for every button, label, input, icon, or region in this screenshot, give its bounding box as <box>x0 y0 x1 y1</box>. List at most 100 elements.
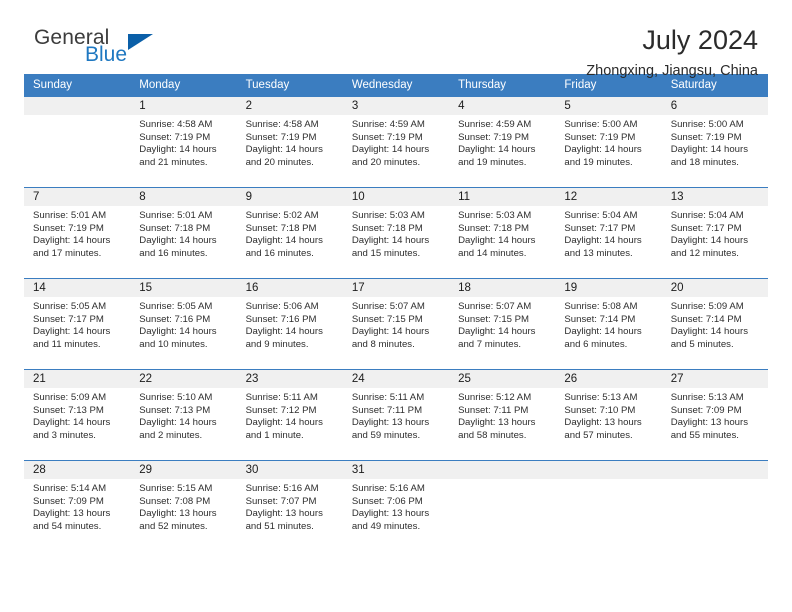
day-cell-content: 11 Sunrise: 5:03 AM Sunset: 7:18 PM Dayligh… <box>449 188 556 278</box>
calendar-day-cell[interactable]: 23 Sunrise: 5:11 AM Sunset: 7:12 PM Dayligh… <box>236 369 343 461</box>
day-cell-content: 14 Sunrise: 5:05 AM Sunset: 7:17 PM Dayligh… <box>24 279 131 369</box>
daylight-duration-line1: Daylight: 14 hours <box>139 144 217 156</box>
calendar-day-cell[interactable] <box>449 460 556 551</box>
sunrise-time: Sunrise: 5:11 AM <box>351 392 425 403</box>
day-cell-content: 5 Sunrise: 5:00 AM Sunset: 7:19 PM Daylight… <box>555 97 662 187</box>
sunset-time: Sunset: 7:18 PM <box>245 222 317 234</box>
day-number: 31 <box>342 461 450 479</box>
sunrise-time: Sunrise: 5:10 AM <box>139 392 213 403</box>
calendar-day-cell[interactable]: 15 Sunrise: 5:05 AM Sunset: 7:16 PM Dayligh… <box>130 278 237 370</box>
calendar-day-cell[interactable]: 12 Sunrise: 5:04 AM Sunset: 7:17 PM Dayligh… <box>555 187 662 279</box>
calendar-day-cell[interactable]: 5 Sunrise: 5:00 AM Sunset: 7:19 PM Daylight… <box>555 96 662 188</box>
sunrise-time: Sunrise: 5:11 AM <box>245 392 318 403</box>
calendar-day-cell[interactable]: 28 Sunrise: 5:14 AM Sunset: 7:09 PM Dayligh… <box>24 460 131 551</box>
sunset-time: Sunset: 7:19 PM <box>458 131 530 143</box>
day-sun-info: Sunrise: 5:16 AM Sunset: 7:06 PM Daylight:… <box>343 479 449 533</box>
calendar-day-cell[interactable] <box>661 460 768 551</box>
day-cell-content: 26 Sunrise: 5:13 AM Sunset: 7:10 PM Dayligh… <box>555 370 662 460</box>
calendar-day-cell[interactable] <box>555 460 662 551</box>
calendar-day-cell[interactable]: 26 Sunrise: 5:13 AM Sunset: 7:10 PM Dayligh… <box>555 369 662 461</box>
day-sun-info: Sunrise: 5:10 AM Sunset: 7:13 PM Daylight:… <box>130 388 236 442</box>
daylight-duration-line1: Daylight: 14 hours <box>245 235 323 247</box>
calendar-week-row: 28 Sunrise: 5:14 AM Sunset: 7:09 PM Dayligh… <box>24 460 768 551</box>
day-number: 6 <box>661 97 768 115</box>
daylight-duration-line1: Daylight: 14 hours <box>670 235 749 247</box>
calendar-day-cell[interactable]: 22 Sunrise: 5:10 AM Sunset: 7:13 PM Dayligh… <box>130 369 237 461</box>
calendar-day-cell[interactable]: 20 Sunrise: 5:09 AM Sunset: 7:14 PM Dayligh… <box>661 278 768 370</box>
sunrise-time: Sunrise: 4:58 AM <box>139 119 213 130</box>
day-sun-info: Sunrise: 5:08 AM Sunset: 7:14 PM Daylight:… <box>555 297 661 351</box>
calendar-day-cell[interactable]: 9 Sunrise: 5:02 AM Sunset: 7:18 PM Daylight… <box>236 187 343 279</box>
calendar-day-cell[interactable]: 11 Sunrise: 5:03 AM Sunset: 7:18 PM Dayligh… <box>449 187 556 279</box>
daylight-duration-line2: and 7 minutes. <box>458 338 522 350</box>
sunrise-time: Sunrise: 5:03 AM <box>351 210 425 221</box>
sunrise-time: Sunrise: 5:05 AM <box>33 301 107 312</box>
sunrise-time: Sunrise: 5:00 AM <box>564 119 638 130</box>
calendar-week-row: 21 Sunrise: 5:09 AM Sunset: 7:13 PM Dayligh… <box>24 369 768 461</box>
day-number <box>661 461 768 479</box>
daylight-duration-line2: and 15 minutes. <box>351 247 421 259</box>
calendar-day-cell[interactable]: 17 Sunrise: 5:07 AM Sunset: 7:15 PM Dayligh… <box>342 278 450 370</box>
calendar-page: General Blue July 2024 Zhongxing, Jiangs… <box>0 0 792 612</box>
calendar-day-cell[interactable]: 18 Sunrise: 5:07 AM Sunset: 7:15 PM Dayligh… <box>449 278 556 370</box>
daylight-duration-line1: Daylight: 13 hours <box>139 508 217 520</box>
calendar-day-cell[interactable]: 2 Sunrise: 4:58 AM Sunset: 7:19 PM Daylight… <box>236 96 343 188</box>
calendar-day-cell[interactable]: 27 Sunrise: 5:13 AM Sunset: 7:09 PM Dayligh… <box>661 369 768 461</box>
daylight-duration-line2: and 1 minute. <box>245 429 304 441</box>
triangle-logo-icon <box>128 34 153 50</box>
sunset-time: Sunset: 7:18 PM <box>351 222 423 234</box>
day-cell-content: 6 Sunrise: 5:00 AM Sunset: 7:19 PM Daylight… <box>661 97 768 187</box>
day-sun-info: Sunrise: 4:59 AM Sunset: 7:19 PM Daylight:… <box>449 115 555 169</box>
sunrise-time: Sunrise: 5:14 AM <box>33 483 107 494</box>
day-number: 8 <box>130 188 237 206</box>
calendar-day-cell[interactable]: 14 Sunrise: 5:05 AM Sunset: 7:17 PM Dayligh… <box>24 278 131 370</box>
sunrise-time: Sunrise: 5:00 AM <box>670 119 744 130</box>
daylight-duration-line2: and 16 minutes. <box>245 247 314 259</box>
calendar-day-cell[interactable]: 10 Sunrise: 5:03 AM Sunset: 7:18 PM Dayligh… <box>342 187 450 279</box>
sunrise-time: Sunrise: 5:04 AM <box>670 210 744 221</box>
day-sun-info: Sunrise: 5:04 AM Sunset: 7:17 PM Daylight:… <box>662 206 768 260</box>
calendar-day-cell[interactable]: 24 Sunrise: 5:11 AM Sunset: 7:11 PM Dayligh… <box>342 369 450 461</box>
day-sun-info: Sunrise: 4:58 AM Sunset: 7:19 PM Daylight:… <box>130 115 236 169</box>
daylight-duration-line2: and 13 minutes. <box>564 247 633 259</box>
weekday-header-wednesday: Wednesday <box>342 74 450 97</box>
day-cell-content <box>555 461 662 551</box>
calendar-day-cell[interactable]: 30 Sunrise: 5:16 AM Sunset: 7:07 PM Dayligh… <box>236 460 343 551</box>
calendar-day-cell[interactable]: 13 Sunrise: 5:04 AM Sunset: 7:17 PM Dayligh… <box>661 187 768 279</box>
calendar-day-cell[interactable]: 29 Sunrise: 5:15 AM Sunset: 7:08 PM Dayligh… <box>130 460 237 551</box>
calendar-day-cell[interactable]: 19 Sunrise: 5:08 AM Sunset: 7:14 PM Dayligh… <box>555 278 662 370</box>
sunset-time: Sunset: 7:19 PM <box>351 131 423 143</box>
day-sun-info: Sunrise: 5:01 AM Sunset: 7:18 PM Daylight:… <box>130 206 236 260</box>
day-cell-content: 20 Sunrise: 5:09 AM Sunset: 7:14 PM Dayligh… <box>661 279 768 369</box>
sunset-time: Sunset: 7:13 PM <box>33 404 104 416</box>
day-cell-content: 17 Sunrise: 5:07 AM Sunset: 7:15 PM Dayligh… <box>342 279 450 369</box>
day-number: 27 <box>661 370 768 388</box>
sunset-time: Sunset: 7:14 PM <box>564 313 636 325</box>
daylight-duration-line2: and 58 minutes. <box>458 429 527 441</box>
calendar-day-cell[interactable]: 6 Sunrise: 5:00 AM Sunset: 7:19 PM Daylight… <box>661 96 768 188</box>
day-cell-content: 12 Sunrise: 5:04 AM Sunset: 7:17 PM Dayligh… <box>555 188 662 278</box>
day-number: 9 <box>236 188 343 206</box>
calendar-day-cell[interactable]: 3 Sunrise: 4:59 AM Sunset: 7:19 PM Daylight… <box>342 96 450 188</box>
day-sun-info: Sunrise: 5:11 AM Sunset: 7:11 PM Daylight:… <box>343 388 449 442</box>
sunset-time: Sunset: 7:19 PM <box>564 131 636 143</box>
calendar-day-cell[interactable]: 7 Sunrise: 5:01 AM Sunset: 7:19 PM Daylight… <box>24 187 131 279</box>
sunrise-time: Sunrise: 5:08 AM <box>564 301 638 312</box>
calendar-day-cell[interactable]: 16 Sunrise: 5:06 AM Sunset: 7:16 PM Dayligh… <box>236 278 343 370</box>
calendar-day-cell[interactable]: 8 Sunrise: 5:01 AM Sunset: 7:18 PM Daylight… <box>130 187 237 279</box>
calendar-day-cell[interactable]: 25 Sunrise: 5:12 AM Sunset: 7:11 PM Dayligh… <box>449 369 556 461</box>
calendar-day-cell[interactable]: 1 Sunrise: 4:58 AM Sunset: 7:19 PM Daylight… <box>130 96 237 188</box>
calendar-day-cell[interactable]: 4 Sunrise: 4:59 AM Sunset: 7:19 PM Daylight… <box>449 96 556 188</box>
day-sun-info: Sunrise: 5:01 AM Sunset: 7:19 PM Daylight:… <box>24 206 130 260</box>
daylight-duration-line1: Daylight: 14 hours <box>33 417 111 429</box>
sunset-time: Sunset: 7:19 PM <box>245 131 317 143</box>
day-sun-info: Sunrise: 5:05 AM Sunset: 7:16 PM Daylight:… <box>130 297 236 351</box>
brand-logo[interactable]: General Blue <box>24 26 224 76</box>
calendar-day-cell[interactable]: 21 Sunrise: 5:09 AM Sunset: 7:13 PM Dayligh… <box>24 369 131 461</box>
calendar-day-cell[interactable]: 31 Sunrise: 5:16 AM Sunset: 7:06 PM Dayligh… <box>342 460 450 551</box>
sunrise-time: Sunrise: 5:06 AM <box>245 301 319 312</box>
calendar-day-cell[interactable] <box>24 96 131 188</box>
sunrise-time: Sunrise: 5:03 AM <box>458 210 532 221</box>
daylight-duration-line1: Daylight: 14 hours <box>351 144 430 156</box>
day-number <box>449 461 556 479</box>
